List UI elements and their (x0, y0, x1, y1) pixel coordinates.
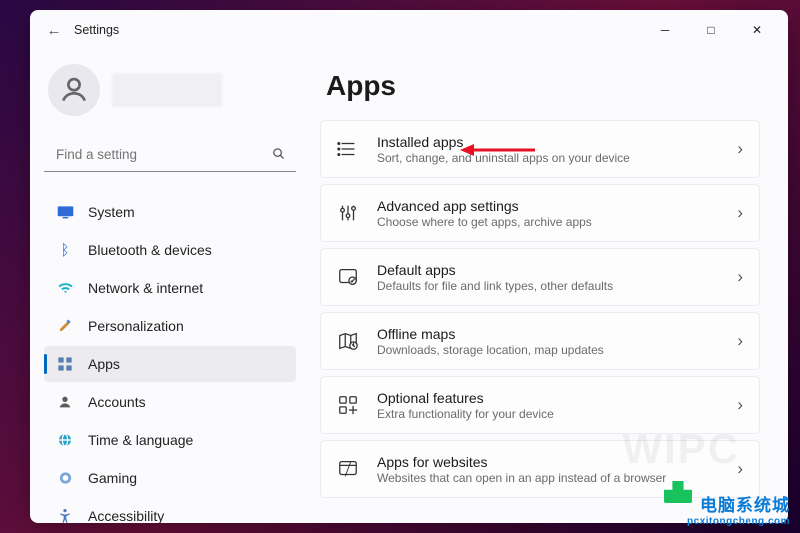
sidebar-item-label: Personalization (88, 318, 184, 334)
sidebar-item-bluetooth[interactable]: ᛒ Bluetooth & devices (44, 232, 296, 268)
sidebar-item-label: Accessibility (88, 508, 164, 523)
card-installed-apps[interactable]: Installed apps Sort, change, and uninsta… (320, 120, 760, 178)
card-default-apps[interactable]: Default apps Defaults for file and link … (320, 248, 760, 306)
sidebar-item-label: Network & internet (88, 280, 203, 296)
system-icon (56, 203, 74, 221)
card-title: Optional features (377, 390, 737, 406)
close-button[interactable]: ✕ (734, 14, 780, 46)
sidebar-item-accounts[interactable]: Accounts (44, 384, 296, 420)
search-icon (271, 146, 286, 164)
sidebar-item-label: Time & language (88, 432, 193, 448)
card-title: Apps for websites (377, 454, 737, 470)
chevron-right-icon: › (737, 331, 743, 351)
sidebar-item-gaming[interactable]: Gaming (44, 460, 296, 496)
default-apps-icon (335, 264, 361, 290)
paintbrush-icon (56, 317, 74, 335)
sidebar-item-label: Gaming (88, 470, 137, 486)
chevron-right-icon: › (737, 267, 743, 287)
gaming-icon (56, 469, 74, 487)
titlebar: ← Settings ─ □ ✕ (30, 10, 788, 50)
chevron-right-icon: › (737, 203, 743, 223)
card-subtitle: Extra functionality for your device (377, 407, 737, 421)
globe-icon (56, 431, 74, 449)
search-input[interactable] (44, 138, 296, 172)
apps-icon (56, 355, 74, 373)
card-subtitle: Downloads, storage location, map updates (377, 343, 737, 357)
sidebar-item-label: Apps (88, 356, 120, 372)
apps-for-websites-icon (335, 456, 361, 482)
card-offline-maps[interactable]: Offline maps Downloads, storage location… (320, 312, 760, 370)
installed-apps-icon (335, 136, 361, 162)
wifi-icon (56, 279, 74, 297)
card-title: Default apps (377, 262, 737, 278)
back-button[interactable]: ← (38, 22, 70, 39)
optional-features-icon (335, 392, 361, 418)
sidebar: System ᛒ Bluetooth & devices Network & i… (30, 50, 310, 523)
card-apps-for-websites[interactable]: Apps for websites Websites that can open… (320, 440, 760, 498)
card-subtitle: Defaults for file and link types, other … (377, 279, 737, 293)
offline-maps-icon (335, 328, 361, 354)
maximize-button[interactable]: □ (688, 14, 734, 46)
profile-block[interactable] (44, 56, 296, 132)
card-subtitle: Choose where to get apps, archive apps (377, 215, 737, 229)
window-controls: ─ □ ✕ (642, 14, 780, 46)
card-title: Advanced app settings (377, 198, 737, 214)
sidebar-item-apps[interactable]: Apps (44, 346, 296, 382)
card-advanced-settings[interactable]: Advanced app settings Choose where to ge… (320, 184, 760, 242)
sidebar-item-personalization[interactable]: Personalization (44, 308, 296, 344)
cards-list: Installed apps Sort, change, and uninsta… (320, 120, 760, 498)
accessibility-icon (56, 507, 74, 523)
nav-list: System ᛒ Bluetooth & devices Network & i… (44, 194, 296, 523)
bluetooth-icon: ᛒ (56, 241, 74, 259)
card-optional-features[interactable]: Optional features Extra functionality fo… (320, 376, 760, 434)
main-content: Apps Installed apps Sort, change, and un… (310, 50, 788, 523)
username-redacted (112, 73, 222, 107)
card-subtitle: Sort, change, and uninstall apps on your… (377, 151, 737, 165)
advanced-settings-icon (335, 200, 361, 226)
settings-window: ← Settings ─ □ ✕ (30, 10, 788, 523)
sidebar-item-system[interactable]: System (44, 194, 296, 230)
sidebar-item-accessibility[interactable]: Accessibility (44, 498, 296, 523)
chevron-right-icon: › (737, 139, 743, 159)
chevron-right-icon: › (737, 395, 743, 415)
sidebar-item-label: Accounts (88, 394, 146, 410)
window-title: Settings (74, 23, 119, 37)
sidebar-item-label: System (88, 204, 135, 220)
page-heading: Apps (326, 70, 760, 102)
avatar (48, 64, 100, 116)
accounts-icon (56, 393, 74, 411)
sidebar-item-label: Bluetooth & devices (88, 242, 212, 258)
search-box[interactable] (44, 138, 296, 172)
chevron-right-icon: › (737, 459, 743, 479)
card-title: Installed apps (377, 134, 737, 150)
sidebar-item-network[interactable]: Network & internet (44, 270, 296, 306)
sidebar-item-time[interactable]: Time & language (44, 422, 296, 458)
minimize-button[interactable]: ─ (642, 14, 688, 46)
card-title: Offline maps (377, 326, 737, 342)
